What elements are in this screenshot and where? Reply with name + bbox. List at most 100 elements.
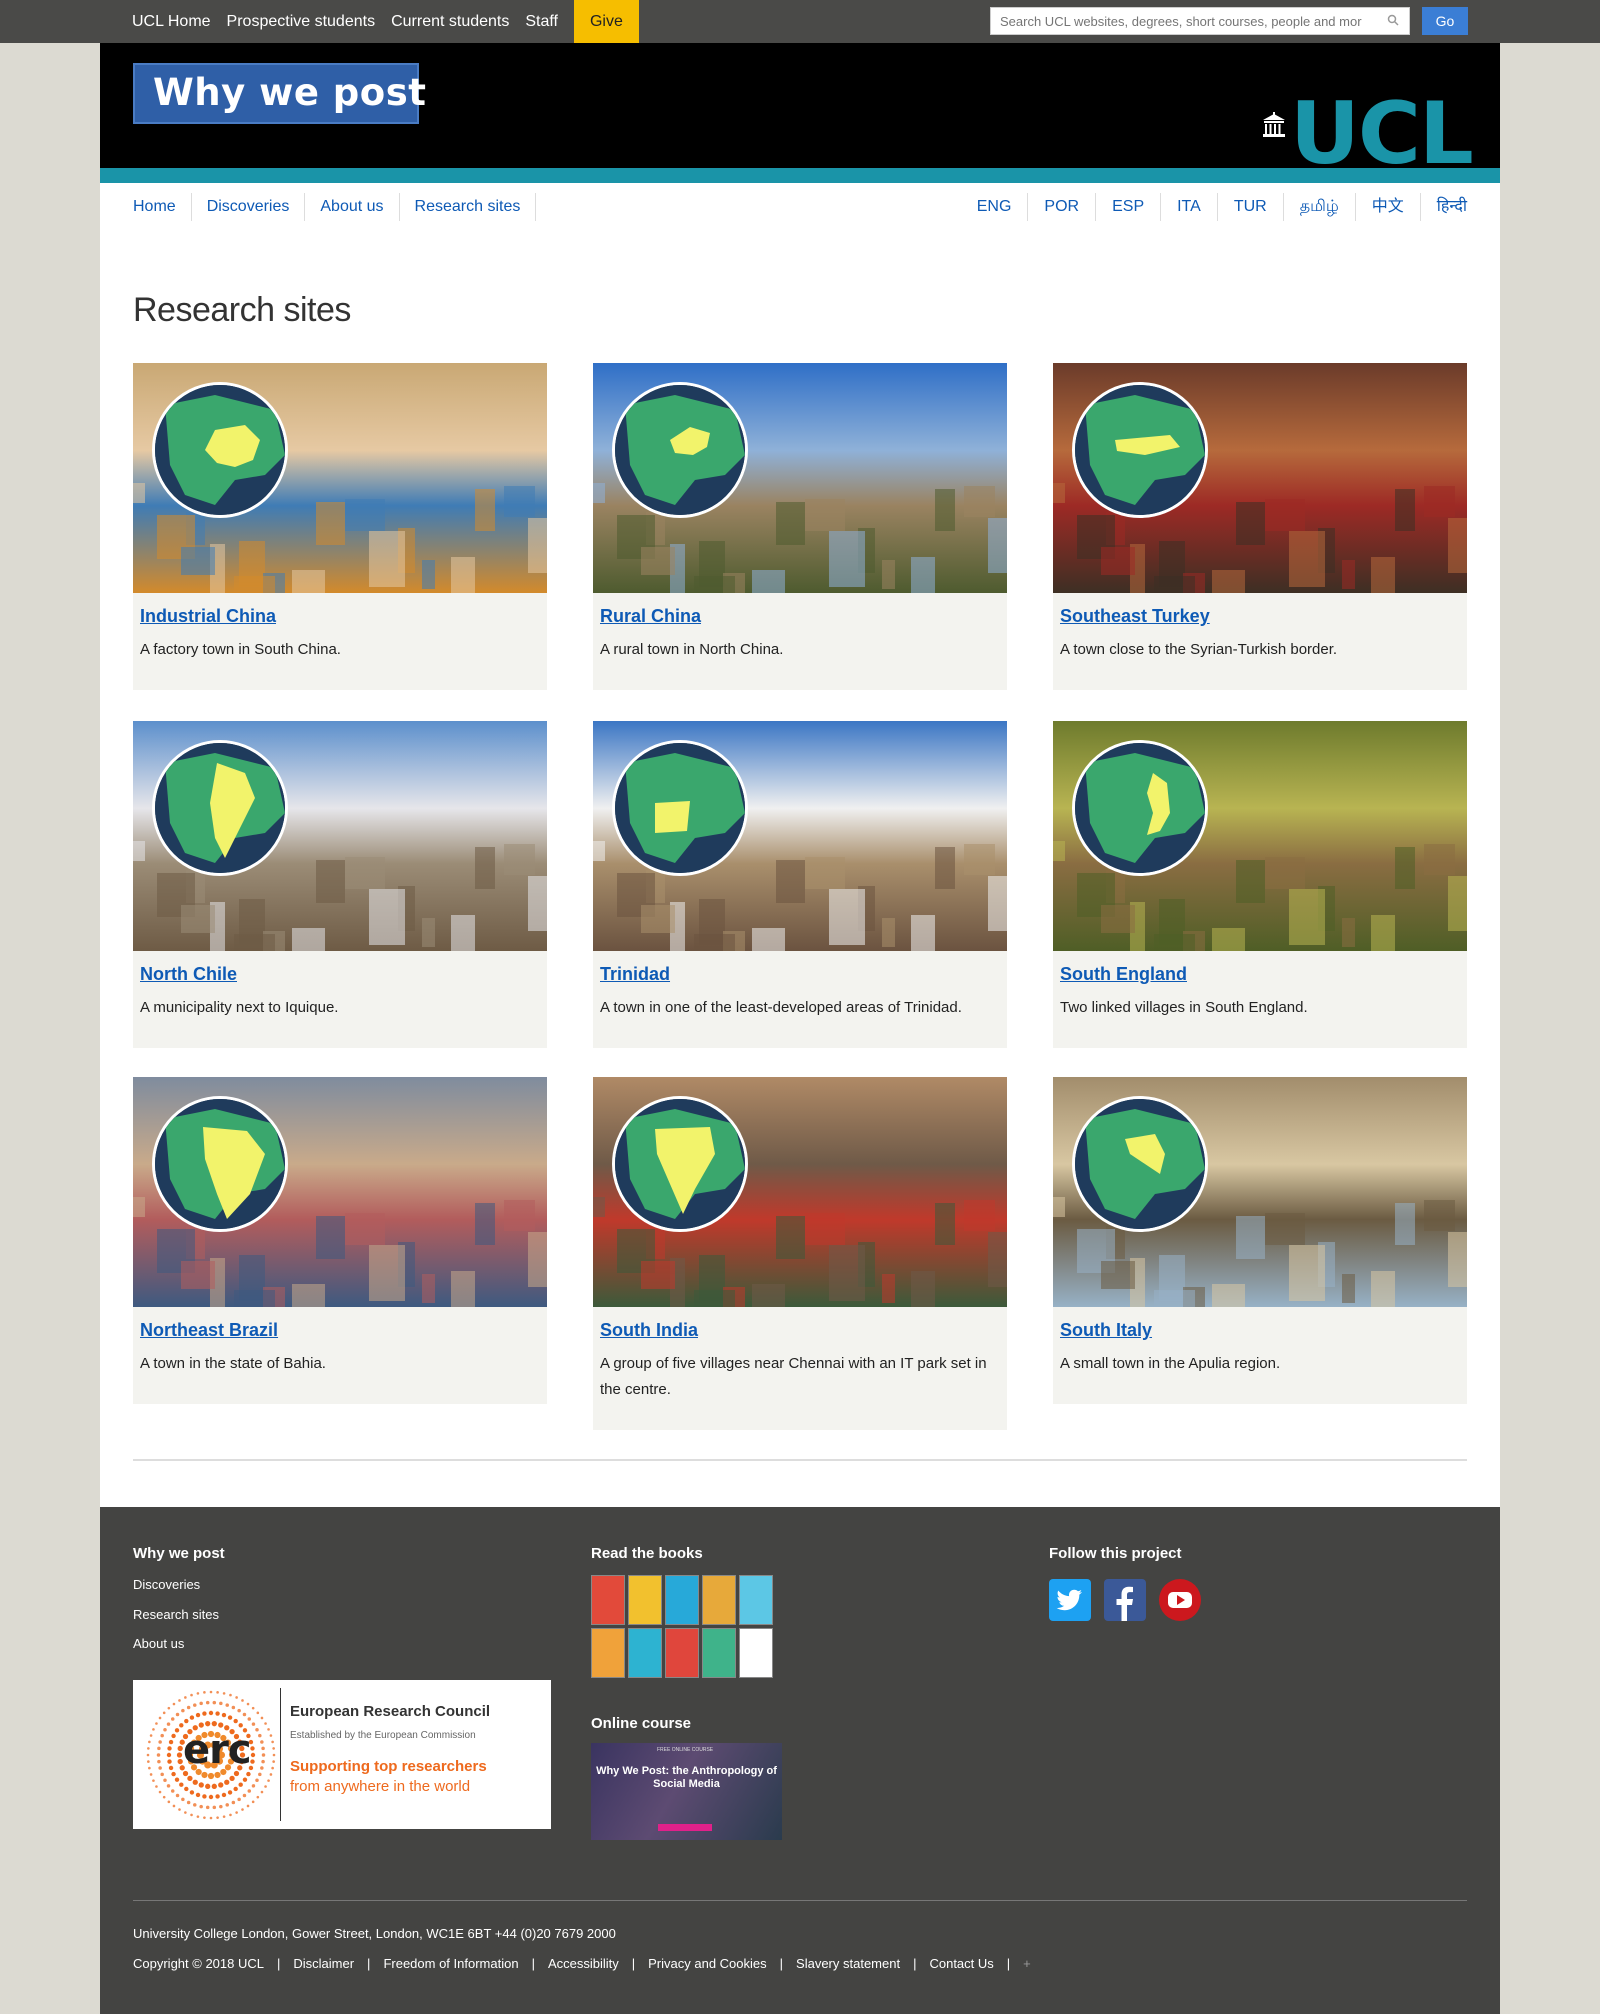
lang-por[interactable]: POR	[1027, 193, 1095, 221]
photo-texture-block	[776, 1216, 805, 1259]
erc-logo-dot	[272, 1760, 275, 1763]
current-students-link[interactable]: Current students	[383, 0, 517, 43]
globe-map-icon	[612, 740, 748, 876]
site-card-southeast-turkey[interactable]: Southeast Turkey A town close to the Syr…	[1053, 363, 1467, 690]
freedom-of-information-link[interactable]: Freedom of Information	[383, 1956, 518, 1971]
erc-logo-dot	[218, 1782, 224, 1788]
ucl-home-link[interactable]: UCL Home	[124, 0, 219, 43]
contact-us-link[interactable]: Contact Us	[929, 1956, 993, 1971]
lang-chinese[interactable]: 中文	[1354, 193, 1420, 221]
book-cover[interactable]	[739, 1628, 773, 1678]
site-card-industrial-china[interactable]: Industrial China A factory town in South…	[133, 363, 547, 690]
photo-texture-block	[181, 1261, 215, 1289]
nav-discoveries[interactable]: Discoveries	[192, 193, 306, 221]
photo-texture-block	[1342, 1274, 1355, 1303]
search-go-button[interactable]: Go	[1422, 7, 1468, 35]
give-link[interactable]: Give	[573, 0, 639, 43]
twitter-icon[interactable]	[1049, 1579, 1091, 1621]
site-photo[interactable]	[133, 363, 547, 593]
site-title[interactable]: South England	[1053, 951, 1467, 985]
erc-logo-dot	[209, 1816, 213, 1820]
photo-texture-block	[345, 857, 385, 889]
erc-logo-dot	[184, 1786, 189, 1792]
site-card-northeast-brazil[interactable]: Northeast Brazil A town in the state of …	[133, 1077, 547, 1404]
staff-link[interactable]: Staff	[517, 0, 566, 43]
site-card-south-india[interactable]: South India A group of five villages nea…	[593, 1077, 1007, 1430]
erc-logo-dot	[258, 1772, 262, 1777]
facebook-icon[interactable]	[1104, 1579, 1146, 1621]
site-photo[interactable]	[593, 1077, 1007, 1307]
lang-tur[interactable]: TUR	[1216, 193, 1283, 221]
site-card-north-chile[interactable]: North Chile A municipality next to Iquiq…	[133, 721, 547, 1048]
book-cover[interactable]	[591, 1628, 625, 1678]
site-title[interactable]: Rural China	[593, 593, 1007, 627]
site-photo[interactable]	[593, 721, 1007, 951]
book-cover[interactable]	[739, 1575, 773, 1625]
disclaimer-link[interactable]: Disclaimer	[293, 1956, 354, 1971]
lang-eng[interactable]: ENG	[961, 193, 1028, 221]
book-cover[interactable]	[702, 1628, 736, 1678]
nav-home[interactable]: Home	[133, 193, 192, 221]
prospective-students-link[interactable]: Prospective students	[219, 0, 384, 43]
site-photo[interactable]	[1053, 721, 1467, 951]
erc-logo-dot	[251, 1800, 255, 1804]
erc-banner[interactable]: erc European Research Council Establishe…	[133, 1680, 551, 1829]
book-cover[interactable]	[665, 1628, 699, 1678]
erc-logo-dot	[261, 1746, 265, 1751]
photo-texture-block	[422, 918, 435, 947]
accessibility-link[interactable]: Accessibility	[548, 1956, 619, 1971]
site-title[interactable]: South India	[593, 1307, 1007, 1341]
search-icon[interactable]	[1387, 14, 1399, 26]
footer-link-research-sites[interactable]: Research sites	[133, 1607, 219, 1622]
privacy-cookies-link[interactable]: Privacy and Cookies	[648, 1956, 767, 1971]
site-title[interactable]: South Italy	[1053, 1307, 1467, 1341]
site-card-trinidad[interactable]: Trinidad A town in one of the least-deve…	[593, 721, 1007, 1048]
book-cover[interactable]	[665, 1575, 699, 1625]
youtube-icon[interactable]	[1159, 1579, 1201, 1621]
site-card-south-england[interactable]: South England Two linked villages in Sou…	[1053, 721, 1467, 1048]
footer-link-about-us[interactable]: About us	[133, 1636, 184, 1651]
book-cover[interactable]	[628, 1628, 662, 1678]
erc-logo-dot	[261, 1753, 266, 1757]
book-cover[interactable]	[591, 1575, 625, 1625]
site-title[interactable]: Trinidad	[593, 951, 1007, 985]
site-photo[interactable]	[1053, 363, 1467, 593]
site-title[interactable]: Industrial China	[133, 593, 547, 627]
site-photo[interactable]	[133, 721, 547, 951]
site-photo[interactable]	[1053, 1077, 1467, 1307]
read-the-books-heading: Read the books	[591, 1545, 703, 1562]
slavery-statement-link[interactable]: Slavery statement	[796, 1956, 900, 1971]
erc-logo-dot	[190, 1813, 193, 1817]
site-photo[interactable]	[133, 1077, 547, 1307]
lang-tamil[interactable]: தமிழ்	[1282, 193, 1355, 221]
site-title[interactable]: Northeast Brazil	[133, 1307, 547, 1341]
site-title[interactable]: North Chile	[133, 951, 547, 985]
erc-logo-dot	[250, 1759, 255, 1764]
erc-logo-dot	[146, 1753, 150, 1757]
brand-strip	[100, 168, 1500, 183]
book-cover[interactable]	[702, 1575, 736, 1625]
site-card-rural-china[interactable]: Rural China A rural town in North China.	[593, 363, 1007, 690]
erc-logo-dot	[212, 1805, 217, 1810]
site-photo[interactable]	[593, 363, 1007, 593]
online-course-image[interactable]: FREE ONLINE COURSE Why We Post: the Anth…	[591, 1743, 782, 1840]
photo-texture-block	[593, 483, 605, 503]
erc-logo-dot	[269, 1773, 273, 1776]
search-input[interactable]	[991, 8, 1371, 34]
why-we-post-logo[interactable]: Why we post	[133, 63, 426, 124]
erc-subtitle: Established by the European Commission	[290, 1730, 476, 1741]
nav-research-sites[interactable]: Research sites	[400, 193, 537, 221]
lang-hindi[interactable]: हिन्दी	[1419, 193, 1467, 221]
globe-map-icon	[1072, 1096, 1208, 1232]
lang-ita[interactable]: ITA	[1160, 193, 1217, 221]
site-title[interactable]: Southeast Turkey	[1053, 593, 1467, 627]
nav-about-us[interactable]: About us	[305, 193, 400, 221]
lang-esp[interactable]: ESP	[1095, 193, 1160, 221]
expand-icon[interactable]: +	[1023, 1956, 1031, 1971]
book-cover[interactable]	[628, 1575, 662, 1625]
photo-texture-block	[752, 928, 785, 951]
photo-texture-block	[935, 847, 955, 889]
ucl-logo[interactable]: UCL	[1290, 91, 1474, 177]
site-card-south-italy[interactable]: South Italy A small town in the Apulia r…	[1053, 1077, 1467, 1404]
footer-link-discoveries[interactable]: Discoveries	[133, 1577, 200, 1592]
